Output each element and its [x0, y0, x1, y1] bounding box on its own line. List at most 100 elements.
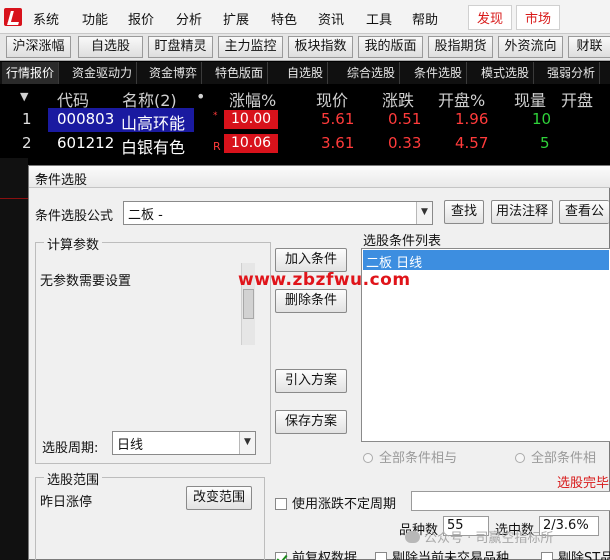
change-range-button[interactable]: 改变范围	[186, 486, 252, 510]
col-dot: •	[196, 87, 206, 106]
row-open-pct: 1.96	[455, 110, 489, 128]
range-value: 昨日涨停	[40, 495, 93, 510]
menu-feature[interactable]: 特色	[271, 9, 297, 28]
range-title: 选股范围	[44, 469, 103, 488]
add-condition-button[interactable]: 加入条件	[275, 248, 347, 272]
table-row[interactable]: 2 601212 白银有色 R 10.06 3.61 0.33 4.57 5	[0, 132, 610, 157]
row-change-pct: 10.00	[224, 110, 278, 129]
row-name: 山高环能	[121, 114, 186, 133]
use-uncertain-period-checkbox[interactable]: 使用涨跌不定周期	[275, 493, 396, 512]
row-change: 0.51	[388, 110, 422, 128]
row-change: 0.33	[388, 134, 422, 152]
toolbar-index-futures[interactable]: 股指期货	[428, 36, 493, 58]
chevron-down-icon[interactable]: ▼	[416, 202, 432, 224]
save-plan-button[interactable]: 保存方案	[275, 410, 347, 434]
tab-fund-game[interactable]: 资金博弈	[145, 62, 203, 84]
toolbar-main-monitor[interactable]: 主力监控	[218, 36, 283, 58]
fq-checkbox[interactable]: 前复权数据	[275, 547, 357, 560]
radio-and-indicator[interactable]	[363, 453, 373, 463]
find-button[interactable]: 查找	[444, 200, 484, 224]
toolbar-cailian[interactable]: 财联	[568, 36, 610, 58]
tab-condition-pick[interactable]: 条件选股	[410, 62, 468, 84]
tab-watchlist[interactable]: 自选股	[283, 62, 329, 84]
wechat-watermark-text: 公众号 · 司赢空指标所	[424, 531, 554, 546]
menu-quote[interactable]: 报价	[128, 9, 154, 28]
view-formula-button[interactable]: 查看公	[559, 200, 609, 224]
checkbox-checked-icon[interactable]	[275, 552, 287, 560]
exclude-untraded-label: 剔除当前未交易品种	[392, 551, 510, 560]
menu-system[interactable]: 系统	[33, 9, 59, 28]
toolbar-hs-rise[interactable]: 沪深涨幅	[6, 36, 71, 58]
quote-table: ▼ 代码 名称(2) • 涨幅% 现价 涨跌 开盘% 现量 开盘 1 00080…	[0, 84, 610, 158]
menu-news[interactable]: 资讯	[318, 9, 344, 28]
radio-or-indicator[interactable]	[515, 453, 525, 463]
menu-market[interactable]: 市场	[516, 5, 561, 30]
params-group: 计算参数 无参数需要设置 选股周期: 日线 ▼	[35, 234, 271, 464]
tab-quote[interactable]: 行情报价	[2, 62, 60, 84]
row-flag: *	[213, 111, 218, 121]
period-value: 日线	[117, 438, 144, 453]
app-window: 系统 功能 报价 分析 扩展 特色 资讯 工具 帮助 发现 市场 沪深涨幅 自选…	[0, 0, 610, 560]
uncertain-period-field[interactable]	[411, 491, 610, 511]
use-uncertain-period-label: 使用涨跌不定周期	[292, 497, 397, 512]
menu-tools[interactable]: 工具	[366, 9, 392, 28]
list-item[interactable]: 二板 日线	[363, 250, 609, 271]
formula-select[interactable]: 二板 - ▼	[123, 201, 433, 225]
toolbar-foreign-flow[interactable]: 外资流向	[498, 36, 563, 58]
import-plan-button[interactable]: 引入方案	[275, 369, 347, 393]
row-open-pct: 4.57	[455, 134, 489, 152]
tab-pattern-pick[interactable]: 模式选股	[477, 62, 535, 84]
row-code: 601212	[57, 134, 115, 152]
dialog-titlebar[interactable]: 条件选股 —	[29, 166, 610, 188]
row-name: 白银有色	[121, 138, 186, 157]
usage-notes-button[interactable]: 用法注释	[491, 200, 553, 224]
row-index: 1	[22, 110, 32, 128]
row-index: 2	[22, 134, 32, 152]
wechat-icon	[405, 531, 420, 543]
background-panel	[0, 158, 28, 560]
params-text: 无参数需要设置	[40, 274, 132, 289]
tab-strength-analysis[interactable]: 强弱分析	[543, 62, 601, 84]
toolbar-monitor-elf[interactable]: 盯盘精灵	[148, 36, 213, 58]
toolbar-sector-index[interactable]: 板块指数	[288, 36, 353, 58]
sort-arrow-icon[interactable]: ▼	[20, 90, 28, 103]
menu-analysis[interactable]: 分析	[176, 9, 202, 28]
table-row[interactable]: 1 000803 山高环能 * 10.00 5.61 0.51 1.96 10	[0, 108, 610, 133]
menu-function[interactable]: 功能	[82, 9, 108, 28]
row-flag: R	[213, 140, 221, 153]
status-text: 选股完毕	[557, 476, 610, 491]
delete-condition-button[interactable]: 删除条件	[275, 289, 347, 313]
scroll-thumb[interactable]	[243, 289, 254, 319]
fq-label: 前复权数据	[292, 551, 358, 560]
row-change-pct: 10.06	[224, 134, 278, 153]
exclude-untraded-checkbox[interactable]: 剔除当前未交易品种	[375, 547, 509, 560]
checkbox-box[interactable]	[541, 552, 553, 560]
radio-or-label: 全部条件相	[531, 451, 597, 466]
menu-help[interactable]: 帮助	[412, 9, 438, 28]
condition-list-title: 选股条件列表	[363, 234, 442, 249]
row-price: 3.61	[321, 134, 355, 152]
radio-or[interactable]: 全部条件相	[515, 447, 596, 466]
menu-bar: 系统 功能 报价 分析 扩展 特色 资讯 工具 帮助 发现 市场	[0, 0, 610, 34]
app-logo-icon	[4, 8, 22, 26]
menu-discover[interactable]: 发现	[468, 5, 513, 30]
toolbar-my-layout[interactable]: 我的版面	[358, 36, 423, 58]
radio-and[interactable]: 全部条件相与	[363, 447, 457, 466]
tab-fund-drive[interactable]: 资金驱动力	[68, 62, 138, 84]
checkbox-box[interactable]	[275, 498, 287, 510]
params-title: 计算参数	[44, 234, 103, 253]
range-group: 选股范围 昨日涨停 改变范围	[35, 469, 265, 560]
formula-value: 二板 -	[128, 208, 163, 223]
row-code: 000803	[57, 110, 115, 128]
tab-feature-layout[interactable]: 特色版面	[211, 62, 269, 84]
checkbox-box[interactable]	[375, 552, 387, 560]
exclude-st-label: 剔除ST品	[558, 551, 610, 560]
tab-composite-pick[interactable]: 综合选股	[343, 62, 401, 84]
menu-extend[interactable]: 扩展	[223, 9, 249, 28]
dialog-minimize-button[interactable]: —	[35, 169, 605, 184]
chevron-down-icon[interactable]: ▼	[239, 432, 255, 454]
toolbar-watchlist[interactable]: 自选股	[78, 36, 143, 58]
toolbar: 沪深涨幅 自选股 盯盘精灵 主力监控 板块指数 我的版面 股指期货 外资流向 财…	[0, 34, 610, 61]
exclude-st-checkbox[interactable]: 剔除ST品	[541, 547, 610, 560]
period-select[interactable]: 日线 ▼	[112, 431, 256, 455]
